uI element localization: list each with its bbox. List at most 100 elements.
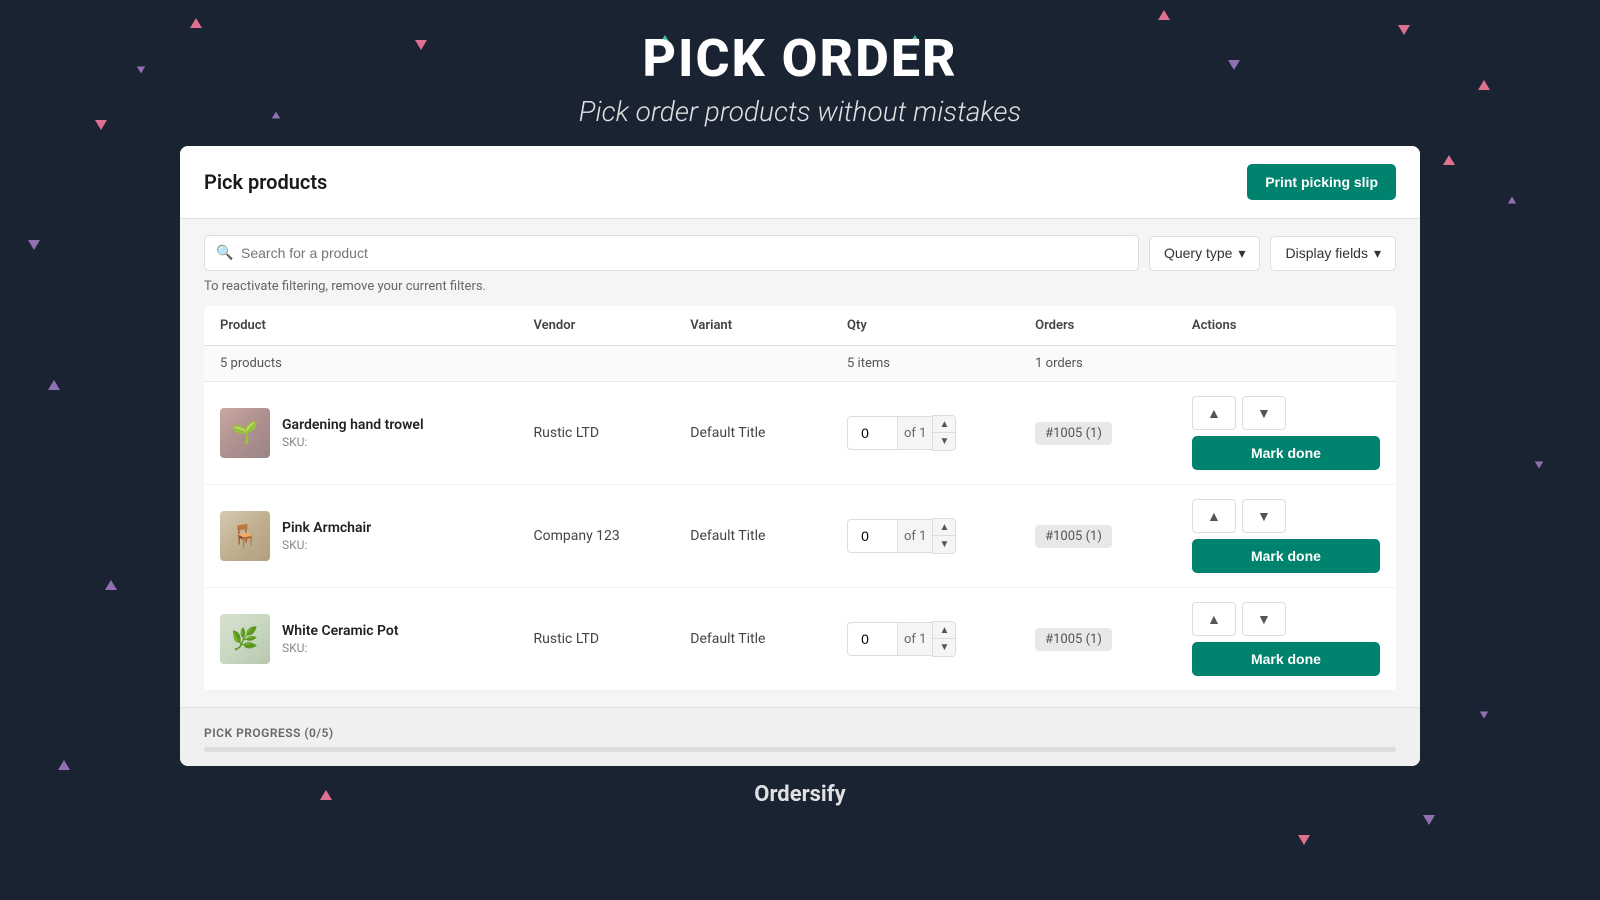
col-vendor: Vendor: [534, 318, 691, 333]
qty-of: of 1: [897, 416, 932, 450]
page-subtitle: Pick order products without mistakes: [0, 95, 1600, 128]
qty-input[interactable]: [847, 622, 897, 656]
col-actions: Actions: [1192, 318, 1380, 333]
card-body: 🔍 Query type ▾ Display fields ▾ To react…: [180, 219, 1420, 707]
product-vendor: Rustic LTD: [534, 631, 691, 647]
qty-of: of 1: [897, 622, 932, 656]
qty-control: of 1 ▲ ▼: [847, 518, 1035, 554]
table-header: Product Vendor Variant Qty Orders Action…: [204, 306, 1396, 346]
search-input[interactable]: [204, 235, 1139, 271]
table-row: 🪑 Pink Armchair SKU: Company 123 Default…: [204, 485, 1396, 588]
product-info: 🌱 Gardening hand trowel SKU:: [220, 408, 534, 458]
mark-done-button[interactable]: Mark done: [1192, 436, 1380, 470]
actions-cell: ▲ ▼ Mark done: [1192, 499, 1380, 573]
pick-progress: PICK PROGRESS (0/5): [180, 707, 1420, 766]
qty-down-button[interactable]: ▼: [933, 639, 955, 656]
chevron-down-icon: ▾: [1374, 245, 1381, 262]
actions-cell: ▲ ▼ Mark done: [1192, 396, 1380, 470]
product-image: 🌱: [220, 408, 270, 458]
product-image: 🌿: [220, 614, 270, 664]
qty-up-button[interactable]: ▲: [933, 622, 955, 639]
main-card: Pick products Print picking slip 🔍 Query…: [180, 146, 1420, 766]
print-picking-slip-button[interactable]: Print picking slip: [1247, 164, 1396, 200]
product-img-ceramic: 🌿: [220, 614, 270, 664]
product-name: White Ceramic Pot: [282, 623, 399, 639]
pick-progress-label: PICK PROGRESS (0/5): [204, 726, 334, 740]
product-img-gardening: 🌱: [220, 408, 270, 458]
qty-control: of 1 ▲ ▼: [847, 621, 1035, 657]
arrow-buttons: ▲ ▼: [1192, 499, 1380, 533]
order-badge: #1005 (1): [1035, 525, 1112, 548]
deco-tri-7: [1443, 155, 1455, 165]
deco-tri-14: [28, 240, 40, 250]
qty-spinners: ▲ ▼: [932, 415, 956, 451]
order-badge-wrap: #1005 (1): [1035, 422, 1192, 445]
arrow-down-button[interactable]: ▼: [1242, 602, 1286, 636]
col-orders: Orders: [1035, 318, 1192, 333]
product-vendor: Rustic LTD: [534, 425, 691, 441]
product-vendor: Company 123: [534, 528, 691, 544]
product-img-armchair: 🪑: [220, 511, 270, 561]
page-title: PICK ORDER: [0, 28, 1600, 89]
qty-up-button[interactable]: ▲: [933, 416, 955, 433]
table-row: 🌿 White Ceramic Pot SKU: Rustic LTD Defa…: [204, 588, 1396, 691]
deco-tri-18: [1480, 712, 1488, 719]
deco-tri-20: [1423, 815, 1435, 825]
arrow-buttons: ▲ ▼: [1192, 396, 1380, 430]
card-header: Pick products Print picking slip: [180, 146, 1420, 219]
mark-done-button[interactable]: Mark done: [1192, 642, 1380, 676]
product-image: 🪑: [220, 511, 270, 561]
chevron-down-icon: ▾: [1238, 245, 1245, 262]
product-info: 🪑 Pink Armchair SKU:: [220, 511, 534, 561]
qty-input[interactable]: [847, 519, 897, 553]
qty-input[interactable]: [847, 416, 897, 450]
summary-products: 5 products: [220, 356, 534, 371]
deco-tri-15: [48, 380, 60, 390]
arrow-up-button[interactable]: ▲: [1192, 499, 1236, 533]
arrow-down-button[interactable]: ▼: [1242, 499, 1286, 533]
order-badge-wrap: #1005 (1): [1035, 525, 1192, 548]
qty-down-button[interactable]: ▼: [933, 536, 955, 553]
product-details: White Ceramic Pot SKU:: [282, 623, 399, 655]
order-badge-wrap: #1005 (1): [1035, 628, 1192, 651]
qty-spinners: ▲ ▼: [932, 518, 956, 554]
deco-tri-17: [105, 580, 117, 590]
search-row: 🔍 Query type ▾ Display fields ▾: [204, 235, 1396, 271]
order-badge: #1005 (1): [1035, 628, 1112, 651]
mark-done-button[interactable]: Mark done: [1192, 539, 1380, 573]
arrow-up-button[interactable]: ▲: [1192, 602, 1236, 636]
product-sku: SKU:: [282, 538, 371, 552]
deco-tri-16: [1535, 462, 1543, 469]
product-variant: Default Title: [690, 528, 847, 544]
product-details: Pink Armchair SKU:: [282, 520, 371, 552]
display-fields-button[interactable]: Display fields ▾: [1270, 236, 1396, 271]
actions-cell: ▲ ▼ Mark done: [1192, 602, 1380, 676]
product-info: 🌿 White Ceramic Pot SKU:: [220, 614, 534, 664]
table-row: 🌱 Gardening hand trowel SKU: Rustic LTD …: [204, 382, 1396, 485]
query-type-button[interactable]: Query type ▾: [1149, 236, 1261, 271]
progress-bar-background: [204, 747, 1396, 752]
col-product: Product: [220, 318, 534, 333]
arrow-up-button[interactable]: ▲: [1192, 396, 1236, 430]
qty-up-button[interactable]: ▲: [933, 519, 955, 536]
product-name: Gardening hand trowel: [282, 417, 424, 433]
deco-tri-19: [58, 760, 70, 770]
arrow-buttons: ▲ ▼: [1192, 602, 1380, 636]
search-icon: 🔍: [216, 245, 233, 261]
deco-tri-13: [1508, 197, 1516, 204]
summary-orders: 1 orders: [1035, 356, 1192, 371]
qty-control: of 1 ▲ ▼: [847, 415, 1035, 451]
product-variant: Default Title: [690, 631, 847, 647]
products-table: Product Vendor Variant Qty Orders Action…: [204, 306, 1396, 691]
deco-tri-9: [1298, 835, 1310, 845]
order-badge: #1005 (1): [1035, 422, 1112, 445]
arrow-down-button[interactable]: ▼: [1242, 396, 1286, 430]
product-sku: SKU:: [282, 641, 399, 655]
qty-spinners: ▲ ▼: [932, 621, 956, 657]
card-title: Pick products: [204, 170, 327, 194]
filter-hint: To reactivate filtering, remove your cur…: [204, 279, 1396, 294]
summary-row: 5 products 5 items 1 orders: [204, 346, 1396, 382]
product-variant: Default Title: [690, 425, 847, 441]
qty-down-button[interactable]: ▼: [933, 433, 955, 450]
footer-brand: Ordersify: [0, 782, 1600, 807]
